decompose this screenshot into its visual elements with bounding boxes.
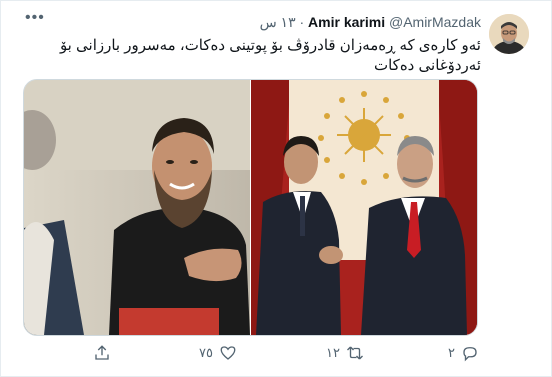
header-separator: · (299, 14, 305, 30)
retweet-button[interactable]: ١٢ (326, 344, 364, 362)
reply-count: ٢ (448, 345, 455, 360)
reply-button[interactable]: ٢ (448, 344, 479, 362)
tweet-text: ئەو کارەی کە ڕەمەزان قادرۆڤ بۆ پوتینی دە… (59, 37, 481, 74)
share-button[interactable] (93, 344, 111, 362)
media-photo-right[interactable] (251, 80, 477, 335)
reply-icon (463, 347, 477, 362)
like-button[interactable]: ٧٥ (199, 344, 237, 362)
tweet-header: Amir karimi @AmirMazdak · ١٣ س (260, 14, 481, 31)
retweet-count: ١٢ (326, 345, 340, 360)
avatar[interactable] (489, 14, 529, 54)
more-icon[interactable]: ••• (25, 10, 45, 26)
author-handle[interactable]: @AmirMazdak (389, 14, 481, 30)
avatar-image (489, 14, 529, 54)
tweet-actions: ٢ ١٢ ٧٥ (1, 344, 552, 368)
like-count: ٧٥ (199, 345, 213, 360)
tweet-timestamp[interactable]: ١٣ س (260, 14, 296, 30)
tweet-card[interactable]: ••• Amir karimi @AmirMazdak · ١٣ س ئەو ک… (0, 0, 552, 377)
author-name[interactable]: Amir karimi (308, 14, 385, 30)
heart-icon (220, 346, 236, 360)
share-icon (95, 345, 109, 360)
retweet-icon (346, 346, 363, 360)
media-photo-left[interactable] (24, 80, 250, 335)
tweet-media[interactable] (23, 79, 478, 336)
